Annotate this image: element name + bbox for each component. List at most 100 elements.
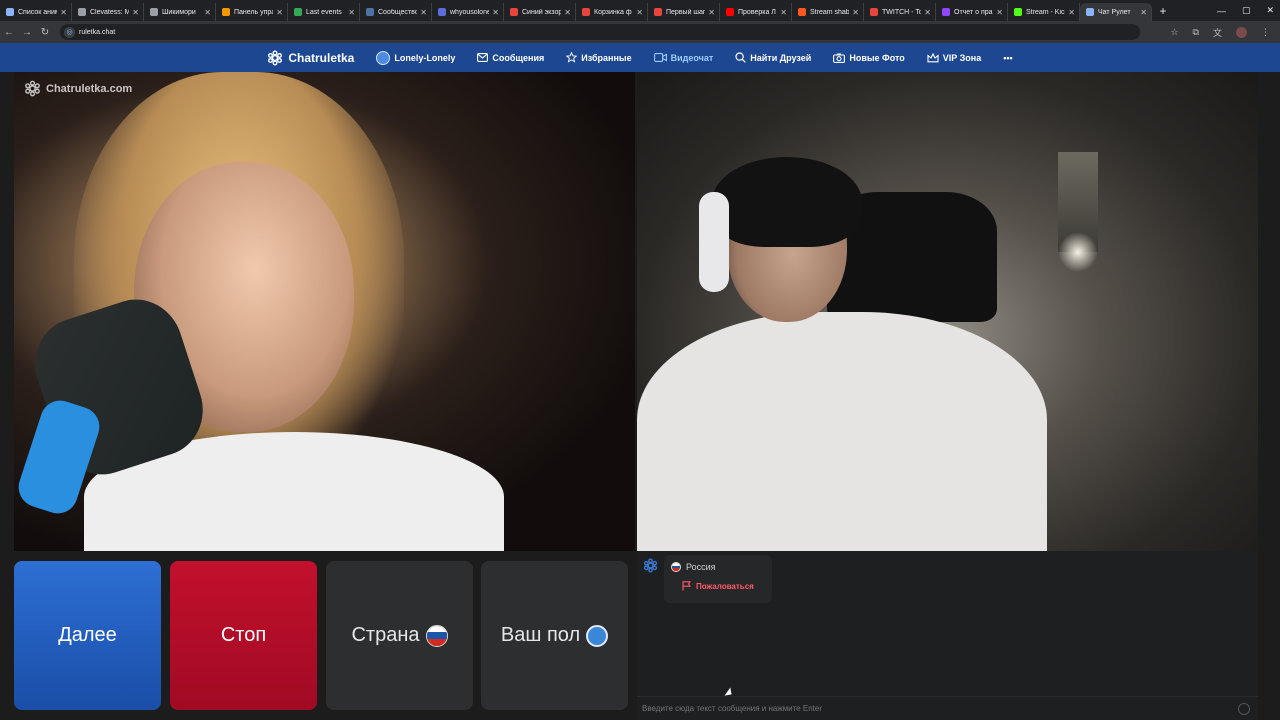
browser-tab[interactable]: Clevatess: M ✕ [72, 3, 144, 21]
russia-flag-icon [425, 624, 448, 647]
back-icon[interactable]: ← [0, 27, 18, 38]
nav-vip-zone-label: VIP Зона [942, 52, 982, 63]
tab-title: Last events [306, 8, 342, 16]
tab-close-icon[interactable]: ✕ [204, 8, 211, 17]
tab-close-icon[interactable]: ✕ [996, 8, 1003, 17]
tab-close-icon[interactable]: ✕ [132, 8, 139, 17]
nav-find-friends[interactable]: Найти Друзей [735, 52, 811, 63]
browser-tab[interactable]: Корзинка ф ✕ [576, 3, 648, 21]
tab-favicon-icon [78, 8, 86, 16]
tab-favicon-icon [870, 8, 878, 16]
chatruletka-logo-icon [25, 80, 40, 97]
site-info-icon[interactable]: ◎ [64, 26, 75, 38]
nav-more-button[interactable]: ••• [1003, 53, 1012, 63]
browser-tab[interactable]: Stream shab ✕ [792, 3, 864, 21]
side-gutter [1258, 72, 1280, 720]
browser-tab[interactable]: Проверка Л ✕ [720, 3, 792, 21]
site-logo[interactable]: Chatruletka [267, 50, 354, 66]
tab-close-icon[interactable]: ✕ [1068, 8, 1075, 17]
partner-country-label: Россия [686, 562, 716, 572]
nav-videochat[interactable]: Видеочат [653, 53, 713, 63]
tab-close-icon[interactable]: ✕ [348, 8, 355, 17]
gender-select-button[interactable]: Ваш пол [481, 561, 628, 710]
watermark: Chatruletka.com [24, 80, 132, 97]
tab-close-icon[interactable]: ✕ [420, 8, 427, 17]
tab-title: Clevatess: M [90, 8, 130, 16]
stop-button-label: Стоп [220, 624, 267, 646]
browser-toolbar: ← → ↻ ◎ ruletka.chat ☆ ⧉ 文 ⋮ [0, 21, 1280, 43]
watermark-text: Chatruletka.com [46, 82, 133, 95]
tab-title: Отчет о пра [954, 8, 993, 16]
tab-close-icon[interactable]: ✕ [60, 8, 67, 17]
menu-kebab-icon[interactable]: ⋮ [1261, 27, 1270, 38]
self-video [637, 72, 1258, 551]
browser-tab[interactable]: whyousolone ✕ [432, 3, 504, 21]
translate-icon[interactable]: 文 [1213, 26, 1222, 39]
tab-title: Корзинка ф [594, 8, 632, 16]
browser-tab[interactable]: Шикимори ✕ [144, 3, 216, 21]
tab-close-icon[interactable]: ✕ [276, 8, 283, 17]
browser-tab[interactable]: Отчет о пра ✕ [936, 3, 1008, 21]
browser-tab[interactable]: TWITCH - Ton✕ [864, 3, 936, 21]
browser-tab[interactable]: Панель упра ✕ [216, 3, 288, 21]
nav-favorites[interactable]: Избранные [566, 52, 632, 63]
country-select-button[interactable]: Страна [326, 561, 473, 710]
chat-message-input[interactable] [642, 704, 1238, 713]
browser-tab[interactable]: Первый шаг ✕ [648, 3, 720, 21]
tab-title: Список анимe [18, 8, 57, 16]
forward-icon[interactable]: → [18, 27, 36, 38]
window-controls: — ▢ ✕ [1217, 0, 1274, 21]
reload-icon[interactable]: ↻ [36, 27, 54, 38]
tab-close-icon[interactable]: ✕ [708, 8, 715, 17]
next-button[interactable]: Далее [14, 561, 161, 710]
tab-title: Проверка Л [738, 8, 776, 16]
camera-icon [833, 53, 846, 63]
emoji-icon[interactable] [1238, 702, 1250, 715]
tab-favicon-icon [726, 8, 734, 16]
report-button[interactable]: Пожаловаться [671, 581, 765, 591]
tab-close-icon[interactable]: ✕ [636, 8, 643, 17]
nav-profile[interactable]: Lonely-Lonely [376, 50, 456, 65]
profile-avatar[interactable] [1236, 26, 1247, 38]
browser-tab[interactable]: Синий экзор ✕ [504, 3, 576, 21]
browser-tab[interactable]: Stream - Kick ✕ [1008, 3, 1080, 21]
minimize-button[interactable]: — [1217, 6, 1226, 16]
nav-messages[interactable]: Сообщения [477, 53, 544, 63]
tab-close-icon[interactable]: ✕ [492, 8, 499, 17]
partner-video: Chatruletka.com [14, 72, 635, 551]
close-window-button[interactable]: ✕ [1266, 5, 1274, 16]
browser-tab[interactable]: Last events ✕ [288, 3, 360, 21]
tab-close-icon[interactable]: ✕ [852, 8, 859, 17]
tab-list: Список анимe✕Clevatess: M✕Шикимори✕Панел… [0, 0, 1152, 21]
tab-close-icon[interactable]: ✕ [780, 8, 787, 17]
tab-favicon-icon [366, 8, 374, 16]
tab-title: TWITCH - Ton [882, 8, 921, 16]
crown-icon [927, 52, 939, 62]
tab-favicon-icon [1014, 8, 1022, 16]
flag-icon [682, 581, 691, 591]
browser-tab[interactable]: Сообщество ✕ [360, 3, 432, 21]
browser-tab[interactable]: Список анимe✕ [0, 3, 72, 21]
stop-button[interactable]: Стоп [170, 561, 317, 710]
new-tab-button[interactable]: + [1152, 4, 1174, 18]
extensions-icon[interactable]: ⧉ [1193, 27, 1199, 38]
tab-favicon-icon [438, 8, 446, 16]
nav-new-photos[interactable]: Новые Фото [833, 53, 905, 63]
gender-button-label: Ваш пол [500, 624, 581, 646]
tab-title: whyousolone [450, 8, 490, 16]
tab-favicon-icon [150, 8, 158, 16]
search-icon [735, 52, 747, 63]
tab-close-icon[interactable]: ✕ [564, 8, 571, 17]
video-frame-decor [1058, 232, 1098, 272]
tab-close-icon[interactable]: ✕ [924, 8, 931, 17]
russia-flag-icon [671, 562, 681, 572]
maximize-button[interactable]: ▢ [1242, 5, 1251, 16]
nav-profile-label: Lonely-Lonely [394, 52, 456, 63]
address-bar[interactable]: ◎ ruletka.chat [60, 24, 1140, 40]
bookmark-star-icon[interactable]: ☆ [1170, 27, 1178, 38]
tab-favicon-icon [1086, 8, 1094, 16]
tab-close-icon[interactable]: ✕ [1140, 8, 1147, 17]
tab-favicon-icon [6, 8, 14, 16]
nav-vip-zone[interactable]: VIP Зона [927, 52, 982, 63]
browser-tab[interactable]: Чат Рулет ✕ [1080, 3, 1152, 21]
